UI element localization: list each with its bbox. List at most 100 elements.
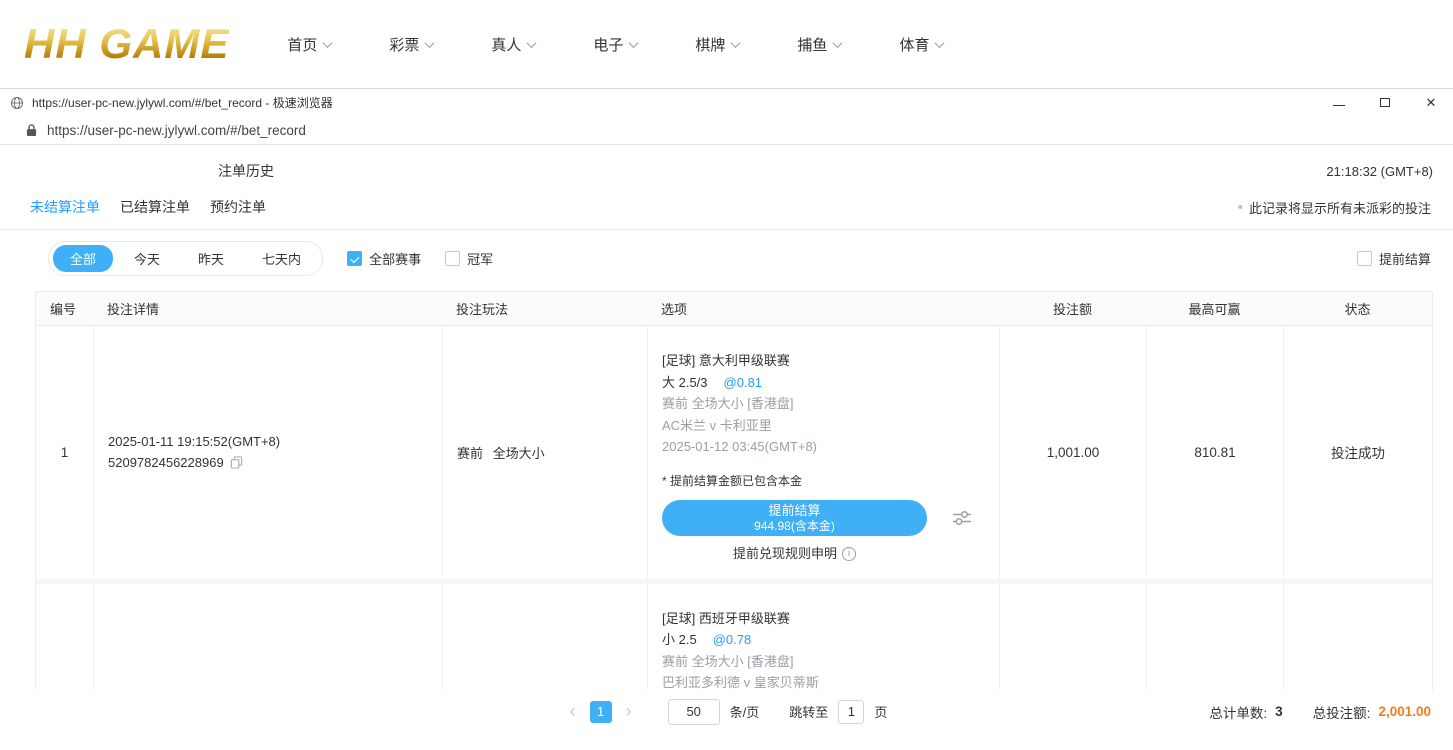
brand-logo[interactable]: HH GAME (24, 20, 229, 68)
cell-bet-amount (999, 584, 1146, 690)
totals: 总计单数: 3 总投注额: 2,001.00 (1209, 690, 1431, 734)
maximize-icon (1380, 98, 1390, 107)
option-pick-line: 大 2.5/3 @0.81 (662, 372, 989, 394)
browser-tab-info: https://user-pc-new.jylywl.com/#/bet_rec… (10, 94, 333, 111)
checkbox-early-settle-label: 提前结算 (1379, 249, 1431, 268)
page-title: 注单历史 (218, 161, 274, 181)
globe-icon (10, 96, 24, 110)
pagination-bar: ‹ 1 › 条/页 跳转至 页 总计单数: 3 总投注额: 2,001.00 (0, 690, 1453, 734)
chevron-down-icon (425, 38, 435, 48)
bet-table: 编号 投注详情 投注玩法 选项 投注额 最高可赢 状态 1 2025-01-11… (35, 291, 1433, 690)
cell-status (1283, 584, 1432, 690)
browser-urlbar: https://user-pc-new.jylywl.com/#/bet_rec… (0, 116, 1453, 145)
checkbox-checked-icon (347, 251, 362, 266)
nav-item-fishing[interactable]: 捕鱼 (797, 34, 841, 55)
option-odds: @0.81 (724, 372, 763, 394)
nav-item-label: 棋牌 (695, 34, 725, 55)
cell-bet-detail (93, 584, 442, 690)
checkbox-all-events[interactable]: 全部赛事 (347, 249, 421, 268)
chevron-down-icon (629, 38, 639, 48)
pill-yesterday[interactable]: 昨天 (181, 245, 241, 272)
nav-item-cards[interactable]: 棋牌 (695, 34, 739, 55)
chevron-down-icon (323, 38, 333, 48)
page-size-input[interactable] (668, 699, 720, 725)
tabs-note-text: 此记录将显示所有未派彩的投注 (1249, 198, 1431, 217)
copy-icon[interactable] (230, 456, 243, 469)
checkbox-all-events-label: 全部赛事 (369, 249, 421, 268)
total-orders-value: 3 (1275, 704, 1283, 719)
table-header: 编号 投注详情 投注玩法 选项 投注额 最高可赢 状态 (36, 292, 1432, 326)
next-page-icon[interactable]: › (622, 701, 636, 722)
main-nav: 首页 彩票 真人 电子 棋牌 捕鱼 体育 (287, 34, 943, 55)
table-row: 1 2025-01-11 19:15:52(GMT+8) 52097824562… (36, 326, 1432, 584)
browser-titlebar: https://user-pc-new.jylywl.com/#/bet_rec… (0, 88, 1453, 116)
cash-out-rules-label: 提前兑现规则申明 (733, 543, 837, 565)
chevron-down-icon (833, 38, 843, 48)
nav-item-label: 体育 (899, 34, 929, 55)
checkbox-champion[interactable]: 冠军 (445, 249, 493, 268)
cash-out-rules-link[interactable]: 提前兑现规则申明 i (662, 543, 927, 565)
checkbox-early-settle[interactable]: 提前结算 (1357, 249, 1431, 268)
lock-icon (26, 123, 37, 137)
sliders-icon[interactable] (951, 507, 973, 529)
cell-play-type: 赛前 全场大小 (442, 326, 647, 579)
page-number-1[interactable]: 1 (590, 701, 612, 723)
cell-bet-detail: 2025-01-11 19:15:52(GMT+8) 5209782456228… (93, 326, 442, 579)
option-market: 赛前 全场大小 [香港盘] (662, 651, 989, 673)
jump-page-input[interactable] (838, 700, 864, 724)
option-league: [足球] 西班牙甲级联赛 (662, 608, 989, 630)
nav-item-label: 彩票 (389, 34, 419, 55)
col-header-status: 状态 (1283, 299, 1432, 318)
nav-item-label: 电子 (593, 34, 623, 55)
checkbox-champion-label: 冠军 (467, 249, 493, 268)
chevron-down-icon (731, 38, 741, 48)
early-settle-button-label: 提前结算 (768, 503, 820, 519)
early-settle-button-amount: 944.98(含本金) (754, 519, 835, 533)
url-text[interactable]: https://user-pc-new.jylywl.com/#/bet_rec… (47, 123, 306, 138)
minimize-icon (1333, 105, 1345, 106)
maximize-button[interactable] (1377, 95, 1393, 111)
col-header-no: 编号 (36, 299, 93, 318)
bullet-icon: • (1238, 200, 1243, 215)
page-unit-label: 页 (874, 702, 887, 721)
early-settle-note: * 提前结算金额已包含本金 (662, 471, 989, 493)
nav-item-lottery[interactable]: 彩票 (389, 34, 433, 55)
minimize-button[interactable] (1331, 95, 1347, 111)
early-settle-row: 提前结算 944.98(含本金) (662, 500, 989, 536)
pill-all[interactable]: 全部 (53, 245, 113, 272)
bet-time: 2025-01-11 19:15:52(GMT+8) (108, 434, 442, 449)
checkbox-unchecked-icon (1357, 251, 1372, 266)
option-odds: @0.78 (713, 629, 752, 651)
option-match-time: 2025-01-12 03:45(GMT+8) (662, 436, 989, 458)
nav-item-sports[interactable]: 体育 (899, 34, 943, 55)
option-pick-line: 小 2.5 @0.78 (662, 629, 989, 651)
bet-id-line: 5209782456228969 (108, 455, 442, 470)
table-row: [足球] 西班牙甲级联赛 小 2.5 @0.78 赛前 全场大小 [香港盘] 巴… (36, 584, 1432, 690)
tabs-note: • 此记录将显示所有未派彩的投注 (1238, 198, 1431, 217)
col-header-play: 投注玩法 (442, 299, 647, 318)
option-pick: 小 2.5 (662, 629, 697, 651)
filter-row: 全部 今天 昨天 七天内 全部赛事 冠军 提前结算 (0, 230, 1453, 287)
option-match: AC米兰 v 卡利亚里 (662, 415, 989, 437)
early-settle-button[interactable]: 提前结算 944.98(含本金) (662, 500, 927, 536)
nav-item-live[interactable]: 真人 (491, 34, 535, 55)
cell-play-type (442, 584, 647, 690)
total-orders-label: 总计单数: (1209, 702, 1267, 722)
tab-unsettled[interactable]: 未结算注单 (30, 197, 100, 217)
cell-option: [足球] 西班牙甲级联赛 小 2.5 @0.78 赛前 全场大小 [香港盘] 巴… (647, 584, 999, 690)
cell-max-win: 810.81 (1146, 326, 1283, 579)
info-icon: i (842, 547, 856, 561)
chevron-down-icon (935, 38, 945, 48)
nav-item-home[interactable]: 首页 (287, 34, 331, 55)
total-amount-value: 2,001.00 (1378, 704, 1431, 719)
tab-settled[interactable]: 已结算注单 (120, 197, 190, 217)
tabs-row: 未结算注单 已结算注单 预约注单 • 此记录将显示所有未派彩的投注 (0, 195, 1453, 230)
prev-page-icon[interactable]: ‹ (566, 701, 580, 722)
tab-reserved[interactable]: 预约注单 (210, 197, 266, 217)
cell-row-number: 1 (36, 326, 93, 579)
pill-today[interactable]: 今天 (117, 245, 177, 272)
pill-7days[interactable]: 七天内 (245, 245, 318, 272)
close-button[interactable]: ✕ (1423, 95, 1439, 111)
nav-item-slots[interactable]: 电子 (593, 34, 637, 55)
col-header-detail: 投注详情 (93, 299, 442, 318)
